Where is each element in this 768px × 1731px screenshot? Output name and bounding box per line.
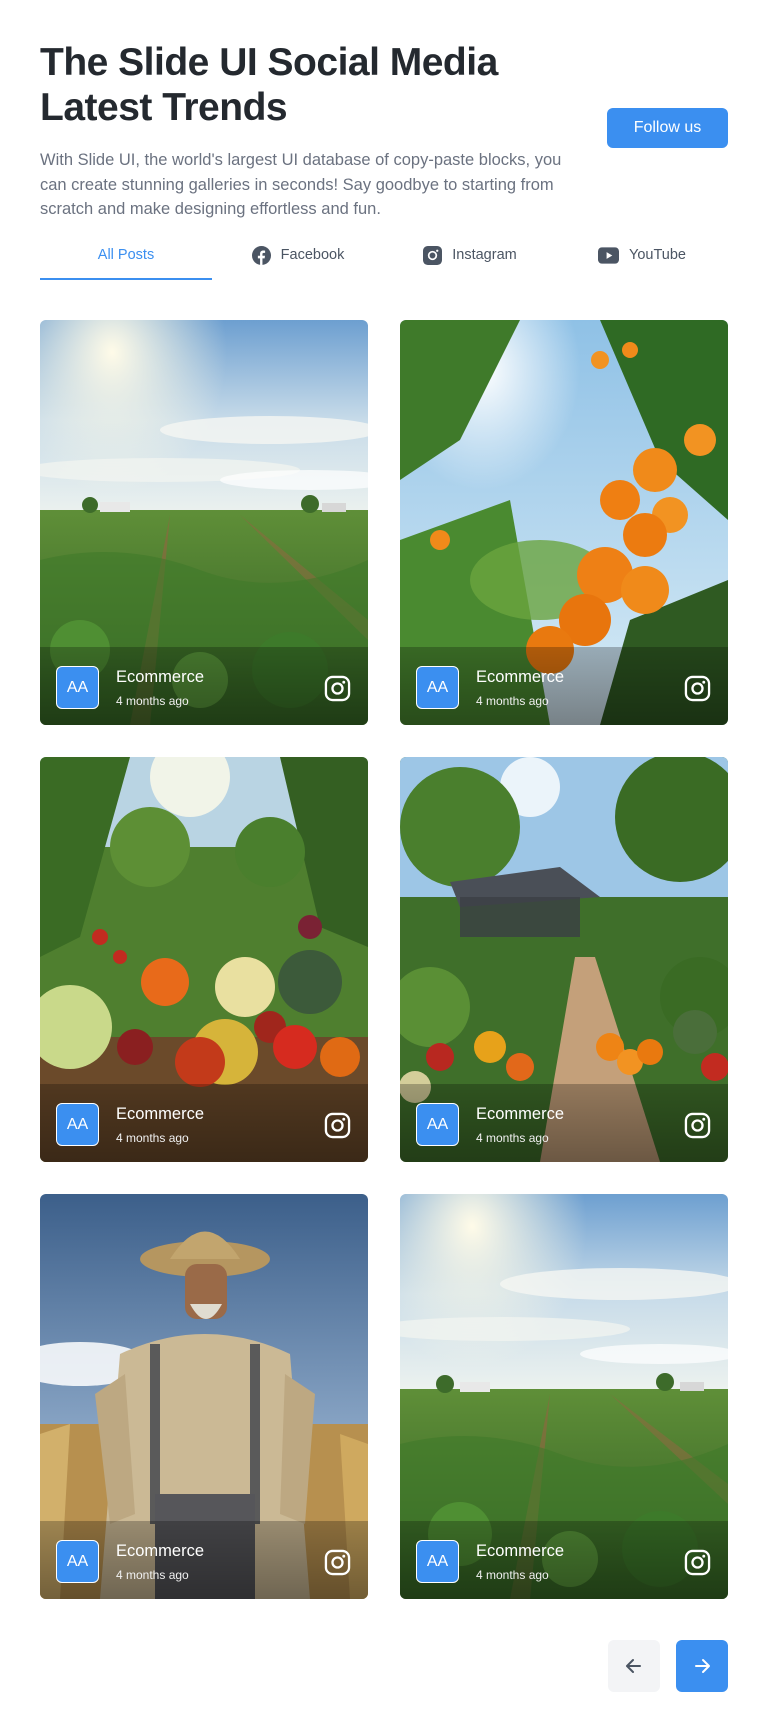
post-author[interactable]: Ecommerce <box>476 668 564 687</box>
post-card[interactable]: AA Ecommerce 4 months ago <box>40 757 368 1162</box>
instagram-icon[interactable] <box>324 1549 351 1576</box>
post-time: 4 months ago <box>116 1568 189 1582</box>
post-time: 4 months ago <box>476 694 549 708</box>
tab-label: All Posts <box>97 247 155 263</box>
post-time: 4 months ago <box>116 694 189 708</box>
post-author[interactable]: Ecommerce <box>476 1542 564 1561</box>
youtube-icon <box>598 246 619 264</box>
instagram-icon[interactable] <box>684 675 711 702</box>
instagram-icon[interactable] <box>684 1112 711 1139</box>
post-card[interactable]: AA Ecommerce 4 months ago <box>40 1194 368 1599</box>
tab-all-posts[interactable]: All Posts <box>40 240 212 280</box>
follow-us-button[interactable]: Follow us <box>607 108 728 148</box>
tab-label: YouTube <box>629 247 686 263</box>
facebook-icon <box>251 245 271 265</box>
instagram-icon[interactable] <box>324 1112 351 1139</box>
tab-facebook[interactable]: Facebook <box>212 240 384 280</box>
arrow-right-icon <box>695 1659 710 1673</box>
next-button[interactable] <box>676 1640 728 1692</box>
platform-tabs: All Posts Facebook Instagram YouTube <box>40 240 728 281</box>
previous-button[interactable] <box>608 1640 660 1692</box>
post-author[interactable]: Ecommerce <box>476 1105 564 1124</box>
avatar[interactable]: AA <box>56 1540 99 1583</box>
avatar[interactable]: AA <box>56 666 99 709</box>
avatar[interactable]: AA <box>416 1103 459 1146</box>
tab-label: Instagram <box>452 247 517 263</box>
instagram-icon[interactable] <box>324 675 351 702</box>
post-time: 4 months ago <box>476 1568 549 1582</box>
tab-instagram[interactable]: Instagram <box>384 240 556 280</box>
header: The Slide UI Social Media Latest Trends … <box>40 40 728 222</box>
page-description: With Slide UI, the world's largest UI da… <box>40 151 562 218</box>
post-author[interactable]: Ecommerce <box>116 1542 204 1561</box>
tab-youtube[interactable]: YouTube <box>556 240 728 280</box>
page-title: The Slide UI Social Media Latest Trends <box>40 41 498 129</box>
instagram-icon <box>423 245 443 265</box>
post-author[interactable]: Ecommerce <box>116 668 204 687</box>
post-card[interactable]: AA Ecommerce 4 months ago <box>40 320 368 725</box>
post-author[interactable]: Ecommerce <box>116 1105 204 1124</box>
avatar[interactable]: AA <box>416 666 459 709</box>
post-time: 4 months ago <box>476 1131 549 1145</box>
avatar[interactable]: AA <box>416 1540 459 1583</box>
tab-label: Facebook <box>280 247 345 263</box>
instagram-icon[interactable] <box>684 1549 711 1576</box>
pagination <box>608 1640 728 1692</box>
post-card[interactable]: AA Ecommerce 4 months ago <box>400 320 728 725</box>
avatar[interactable]: AA <box>56 1103 99 1146</box>
post-card[interactable]: AA Ecommerce 4 months ago <box>400 1194 728 1599</box>
arrow-left-icon <box>626 1659 641 1673</box>
post-grid: AA Ecommerce 4 months ago AA Ecommerce 4… <box>40 320 728 1599</box>
post-time: 4 months ago <box>116 1131 189 1145</box>
post-card[interactable]: AA Ecommerce 4 months ago <box>400 757 728 1162</box>
